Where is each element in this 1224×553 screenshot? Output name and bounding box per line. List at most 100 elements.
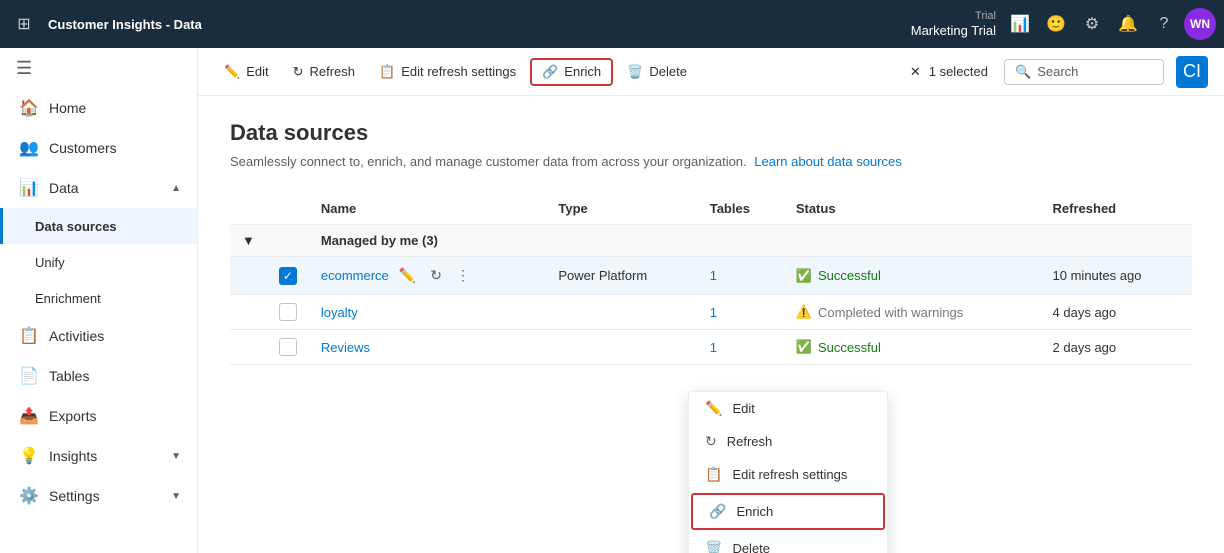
selected-count: ✕ 1 selected [910,64,988,80]
enrich-label: Enrich [564,64,601,79]
app-title: Customer Insights - Data [48,17,202,32]
reviews-link[interactable]: Reviews [321,340,370,355]
trial-info: Trial Marketing Trial [911,10,996,39]
sidebar-item-tables[interactable]: 📄 Tables [0,356,197,396]
context-edit-refresh-icon: 📋 [705,466,722,483]
row1-actions: ecommerce ✏️ ↻ ⋮ [321,265,534,286]
close-selection-icon[interactable]: ✕ [910,64,921,80]
section-label: Managed by me (3) [309,225,1192,257]
sidebar-item-enrichment[interactable]: Enrichment [0,280,197,316]
trial-label: Trial [911,10,996,23]
data-expand-icon: ▲ [171,183,181,194]
context-menu-delete[interactable]: 🗑️ Delete [689,532,887,553]
refresh-label: Refresh [310,64,356,79]
edit-button[interactable]: ✏️ Edit [214,60,279,84]
avatar[interactable]: WN [1184,8,1216,40]
search-box[interactable]: 🔍 Search [1004,59,1164,85]
context-menu-edit-refresh[interactable]: 📋 Edit refresh settings [689,458,887,491]
context-menu: ✏️ Edit ↻ Refresh 📋 Edit refresh setting… [688,391,888,553]
context-menu-edit[interactable]: ✏️ Edit [689,392,887,425]
delete-button[interactable]: 🗑️ Delete [617,60,697,84]
grid-menu-icon[interactable]: ⊞ [8,8,40,40]
row2-type [546,295,697,330]
bell-icon[interactable]: 🔔 [1112,8,1144,40]
row1-status: ✅ Successful [784,257,1041,295]
page-title: Data sources [230,120,1192,146]
gear-icon[interactable]: ⚙ [1076,8,1108,40]
section-header-row: ▼ Managed by me (3) [230,225,1192,257]
selected-count-label: 1 selected [929,64,988,79]
insights-nav-icon: 💡 [19,446,39,466]
context-menu-refresh[interactable]: ↻ Refresh [689,425,887,458]
row3-tables: 1 [698,330,784,365]
table-row: Reviews 1 ✅ Successful 2 days ago [230,330,1192,365]
sidebar-insights-label: Insights [49,448,97,464]
sidebar-item-insights[interactable]: 💡 Insights ▼ [0,436,197,476]
sidebar-item-settings[interactable]: ⚙️ Settings ▼ [0,476,197,516]
sidebar-item-customers[interactable]: 👥 Customers [0,128,197,168]
row1-refreshed: 10 minutes ago [1041,257,1192,295]
col-status-header: Status [784,193,1041,225]
col-expand-header [230,193,267,225]
refresh-button[interactable]: ↻ Refresh [283,60,365,84]
sidebar-settings-label: Settings [49,488,100,504]
row1-refresh-icon[interactable]: ↻ [426,265,446,286]
sidebar-customers-label: Customers [49,140,117,156]
edit-refresh-button[interactable]: 📋 Edit refresh settings [369,60,526,84]
edit-icon: ✏️ [224,64,240,80]
sidebar-item-unify[interactable]: Unify [0,244,197,280]
sidebar-item-exports[interactable]: 📤 Exports [0,396,197,436]
section-expand-icon[interactable]: ▼ [230,225,267,257]
row1-checkbox[interactable]: ✓ [267,257,309,295]
insights-icon[interactable]: 📊 [1004,8,1036,40]
col-tables-header: Tables [698,193,784,225]
learn-link[interactable]: Learn about data sources [754,154,901,169]
sidebar-item-activities[interactable]: 📋 Activities [0,316,197,356]
col-name-header: Name [309,193,546,225]
data-sources-table: Name Type Tables Status Refreshed ▼ Mana… [230,193,1192,365]
sidebar-item-data-sources[interactable]: Data sources [0,208,197,244]
context-edit-refresh-label: Edit refresh settings [732,467,847,482]
sidebar-unify-label: Unify [35,255,65,270]
sidebar-item-data[interactable]: 📊 Data ▲ [0,168,197,208]
enrich-button[interactable]: 🔗 Enrich [530,58,613,86]
delete-label: Delete [649,64,687,79]
loyalty-link[interactable]: loyalty [321,305,358,320]
tables-icon: 📄 [19,366,39,386]
row3-refreshed: 2 days ago [1041,330,1192,365]
help-icon[interactable]: ? [1148,8,1180,40]
table-row: loyalty 1 ⚠️ Completed with warnings 4 d… [230,295,1192,330]
sidebar-toggle[interactable]: ☰ [0,48,197,88]
delete-icon: 🗑️ [627,64,643,80]
row1-more-icon[interactable]: ⋮ [452,265,474,286]
table-row: ✓ ecommerce ✏️ ↻ ⋮ Power Platform 1 [230,257,1192,295]
sidebar-item-home[interactable]: 🏠 Home [0,88,197,128]
search-icon: 🔍 [1015,64,1031,80]
refresh-icon: ↻ [293,64,304,80]
trial-org: Marketing Trial [911,23,996,39]
row3-type [546,330,697,365]
context-delete-icon: 🗑️ [705,540,722,553]
context-edit-label: Edit [732,401,754,416]
row2-status: ⚠️ Completed with warnings [784,295,1041,330]
row3-expand [230,330,267,365]
row2-status-icon: ⚠️ [796,304,812,320]
ecommerce-link[interactable]: ecommerce [321,268,389,283]
context-refresh-icon: ↻ [705,433,717,450]
settings-expand-icon: ▼ [171,491,181,502]
context-menu-enrich[interactable]: 🔗 Enrich [691,493,885,530]
smiley-icon[interactable]: 🙂 [1040,8,1072,40]
edit-refresh-label: Edit refresh settings [401,64,516,79]
row3-name: Reviews [309,330,546,365]
page-body: Data sources Seamlessly connect to, enri… [198,96,1224,553]
row3-checkbox[interactable] [267,330,309,365]
sidebar: ☰ 🏠 Home 👥 Customers 📊 Data ▲ Data sourc… [0,48,198,553]
row2-checkbox[interactable] [267,295,309,330]
row1-expand [230,257,267,295]
row1-edit-icon[interactable]: ✏️ [395,265,420,286]
hamburger-icon: ☰ [16,58,32,79]
sidebar-home-label: Home [49,100,86,116]
context-enrich-icon: 🔗 [709,503,726,520]
main-layout: ☰ 🏠 Home 👥 Customers 📊 Data ▲ Data sourc… [0,48,1224,553]
checkbox-checked-icon: ✓ [279,267,297,285]
